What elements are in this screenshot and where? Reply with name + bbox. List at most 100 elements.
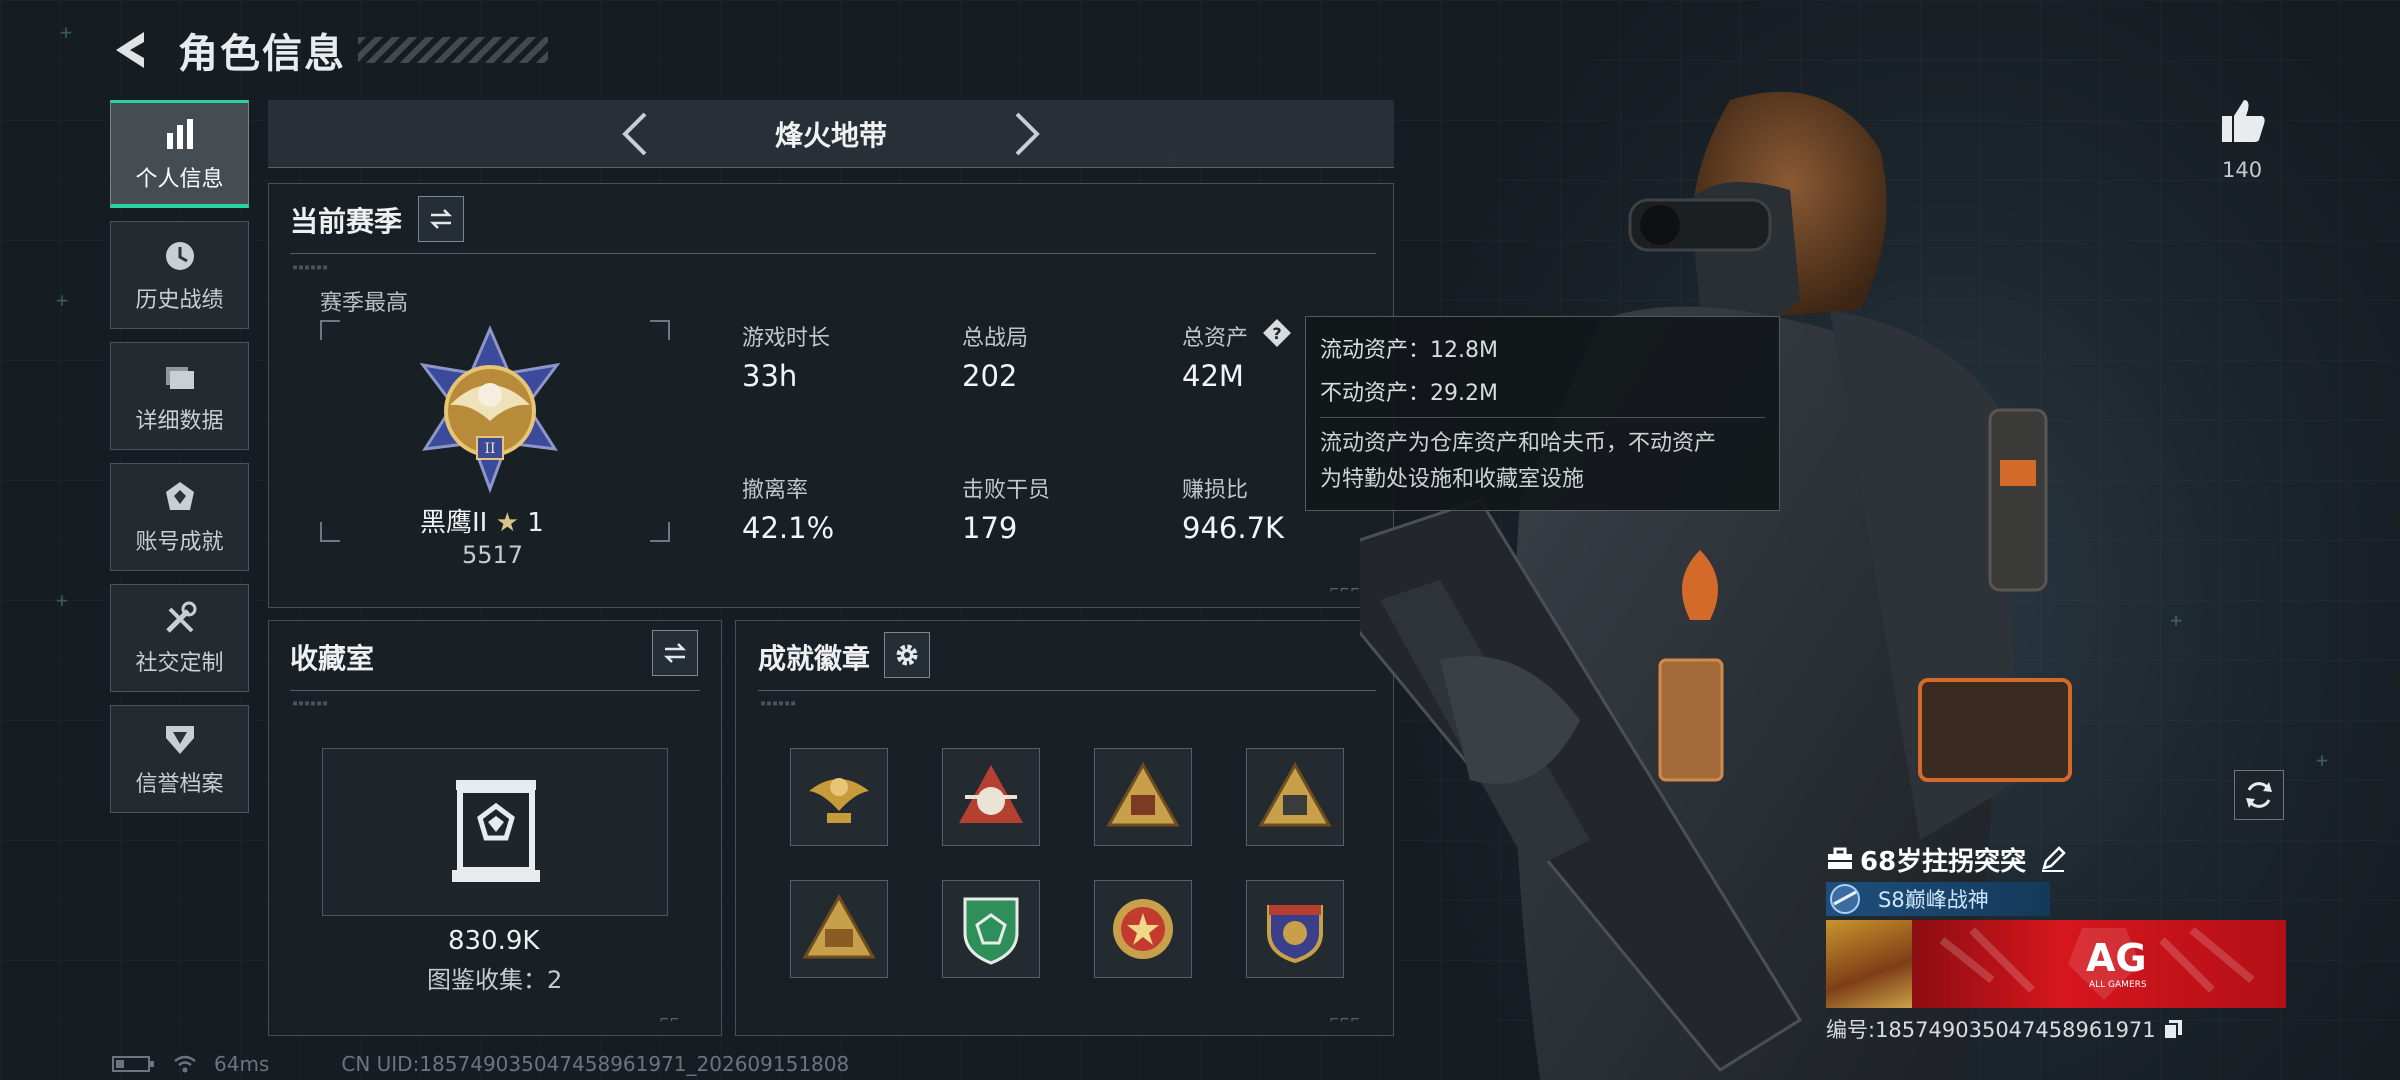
achievement-badge[interactable] — [1094, 748, 1192, 846]
tooltip-fixed-assets: 不动资产：29.2M — [1320, 381, 1498, 406]
rank-name: 黑鹰II ★ 1 — [420, 502, 544, 539]
achievement-badge[interactable] — [1094, 880, 1192, 978]
player-avatar — [1826, 920, 1912, 1008]
rank-name-text: 黑鹰II — [420, 508, 488, 538]
achievements-title: 成就徽章 — [758, 642, 871, 675]
sidebar-item-social[interactable]: 社交定制 — [110, 584, 249, 692]
divider — [290, 690, 700, 691]
globe-emblem-icon — [1830, 884, 1860, 914]
assets-tooltip: 流动资产：12.8M 不动资产：29.2M 流动资产为仓库资产和哈夫币，不动资产… — [1305, 316, 1780, 511]
clock-history-icon — [160, 236, 200, 276]
back-arrow-icon — [116, 32, 144, 68]
s8-triangle-badge-icon — [1106, 761, 1180, 827]
title-decoration — [358, 37, 548, 63]
wifi-icon — [174, 1055, 196, 1073]
season-switch-button[interactable] — [418, 196, 464, 242]
stat-label-playtime: 游戏时长 — [742, 326, 831, 351]
sidebar-item-personal-info[interactable]: 个人信息 — [110, 100, 249, 208]
crosshair-mark: + — [56, 588, 69, 612]
edit-name-icon[interactable] — [2038, 844, 2068, 874]
achievement-badge[interactable] — [942, 880, 1040, 978]
mode-selector: 烽火地带 — [268, 100, 1394, 168]
chevron-left-icon — [622, 112, 647, 155]
rank-star-icon: ★ — [495, 508, 519, 538]
help-icon[interactable]: ? — [1262, 318, 1292, 348]
game-screen: + + + + + + 角色信息 个人信息 历史战绩 — [0, 0, 2400, 1080]
sidebar-item-history[interactable]: 历史战绩 — [110, 221, 249, 329]
tooltip-liquid-assets: 流动资产：12.8M — [1320, 338, 1498, 363]
season-best-label: 赛季最高 — [320, 291, 409, 316]
decoration-dots: ▪▪▪▪▪▪ — [292, 262, 329, 273]
mode-next-button[interactable] — [1007, 106, 1047, 162]
player-name-row: 68岁拄拐突突 — [1826, 840, 2286, 878]
achievement-badge[interactable] — [942, 748, 1040, 846]
player-banner[interactable]: AG ALL GAMERS — [1826, 920, 2286, 1008]
achievement-badge[interactable] — [1246, 880, 1344, 978]
player-name: 68岁拄拐突突 — [1860, 846, 2027, 877]
collection-title: 收藏室 — [290, 642, 375, 675]
sidebar-item-label: 详细数据 — [135, 409, 224, 434]
team-banner: AG ALL GAMERS — [1912, 920, 2286, 1008]
rotate-model-button[interactable] — [2234, 770, 2284, 820]
achievement-badge[interactable] — [790, 748, 888, 846]
achievement-badge[interactable] — [790, 880, 888, 978]
vault-icon — [452, 780, 540, 882]
like-count: 140 — [2222, 158, 2263, 182]
stat-value-extract-rate: 42.1% — [742, 511, 835, 545]
player-title-badge: S8巅峰战神 — [1826, 882, 2050, 916]
bar-chart-icon — [160, 115, 200, 155]
page-title: 角色信息 — [178, 31, 346, 77]
back-button[interactable] — [110, 28, 154, 72]
s11-triangle-badge-icon — [802, 893, 876, 959]
crosshair-mark: + — [60, 20, 73, 44]
season-title: 当前赛季 — [290, 205, 403, 238]
team-logo: AG — [2086, 936, 2147, 980]
stat-label-matches: 总战局 — [962, 326, 1029, 351]
stat-value-matches: 202 — [962, 359, 1018, 393]
chevron-right-icon — [1015, 112, 1040, 155]
stat-label-extract-rate: 撤离率 — [742, 478, 809, 503]
swap-icon — [663, 643, 687, 663]
corner-decoration: ⌐⌐⌐ — [1330, 1012, 1362, 1028]
thumbs-up-icon[interactable] — [2218, 96, 2268, 146]
mode-prev-button[interactable] — [615, 106, 655, 162]
corner-decoration: ⌐⌐⌐ — [1330, 582, 1362, 598]
player-id-row: 编号:185749035047458961971 — [1826, 1014, 2286, 1044]
stat-value-kills: 179 — [962, 511, 1018, 545]
tooltip-divider — [1320, 417, 1765, 418]
briefcase-icon — [1828, 847, 1852, 869]
collection-switch-button[interactable] — [652, 630, 698, 676]
svg-text:?: ? — [1272, 324, 1281, 343]
star-medal-badge-icon — [1113, 899, 1173, 959]
sidebar: 个人信息 历史战绩 详细数据 账号成就 社交定制 信誉档案 — [110, 100, 250, 826]
team-logo-sub: ALL GAMERS — [2089, 980, 2147, 990]
crosshair-mark: + — [56, 288, 69, 312]
sidebar-item-label: 历史战绩 — [135, 288, 224, 313]
refresh-icon — [2246, 782, 2272, 808]
stat-value-profit-ratio: 946.7K — [1182, 511, 1285, 545]
achievement-badge[interactable] — [1246, 748, 1344, 846]
stat-label-kills: 击败干员 — [962, 478, 1051, 503]
stat-label-assets: 总资产 — [1182, 326, 1249, 351]
achievement-icon — [160, 478, 200, 518]
sidebar-item-achievements[interactable]: 账号成就 — [110, 463, 249, 571]
collection-count: 图鉴收集：2 — [427, 966, 563, 994]
ping-text: 64ms — [214, 1052, 270, 1076]
player-card: 68岁拄拐突突 S8巅峰战神 AG ALL GAMERS 编号:18574903… — [1826, 840, 2286, 1044]
s9-emblem-badge-icon — [959, 765, 1023, 823]
achievements-settings-button[interactable] — [884, 632, 930, 678]
stat-value-playtime: 33h — [742, 359, 798, 393]
divider — [758, 690, 1376, 691]
sidebar-item-credit[interactable]: 信誉档案 — [110, 705, 249, 813]
stat-label-profit-ratio: 赚损比 — [1182, 478, 1249, 503]
rank-star-count: 1 — [527, 508, 544, 538]
battery-icon — [112, 1056, 154, 1072]
sidebar-item-label: 信誉档案 — [135, 772, 224, 797]
copy-icon[interactable] — [2162, 1018, 2184, 1040]
s7-triangle-badge-icon — [1258, 761, 1332, 827]
black-hawk-rank-icon: II — [419, 325, 561, 494]
uid-text: CN UID:185749035047458961971_20260915180… — [341, 1052, 850, 1076]
folder-icon — [160, 357, 200, 397]
sidebar-item-details[interactable]: 详细数据 — [110, 342, 249, 450]
tools-icon — [160, 599, 200, 639]
